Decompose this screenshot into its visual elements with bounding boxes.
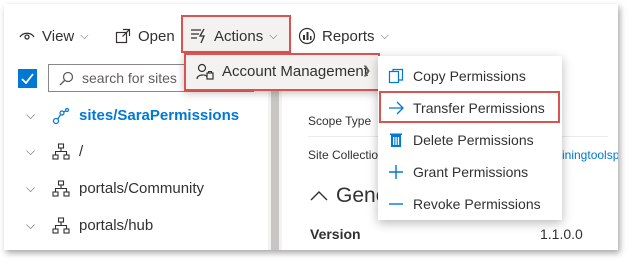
site-collection-label: Site Collectio bbox=[308, 148, 379, 162]
version-label: Version bbox=[310, 226, 361, 242]
delete-permissions-label: Delete Permissions bbox=[413, 132, 534, 148]
select-all-checkbox[interactable] bbox=[18, 69, 37, 88]
search-input[interactable]: search for sites bbox=[82, 70, 177, 86]
scope-type-label: Scope Type bbox=[308, 114, 372, 128]
tree-item-root[interactable]: ⌵ / bbox=[4, 136, 268, 166]
chevron-down-icon: ⌵ bbox=[380, 29, 389, 42]
chevron-up-icon bbox=[310, 191, 328, 201]
view-button[interactable]: View ⌵ bbox=[18, 24, 89, 48]
grant-permissions-label: Grant Permissions bbox=[413, 164, 529, 180]
copy-icon bbox=[388, 68, 404, 84]
view-label: View bbox=[42, 27, 75, 45]
transfer-permissions-highlight bbox=[379, 91, 560, 123]
actions-highlight bbox=[181, 15, 291, 53]
chevron-down-icon[interactable]: ⌵ bbox=[26, 144, 35, 159]
open-label: Open bbox=[138, 27, 175, 45]
reports-button[interactable]: Reports ⌵ bbox=[298, 24, 389, 48]
tree-item-label: portals/Community bbox=[79, 179, 205, 197]
app-window: View ⌵ Open Actions ⌵ Reports ⌵ search f… bbox=[4, 4, 618, 250]
open-button[interactable]: Open bbox=[114, 24, 175, 48]
eye-icon bbox=[18, 27, 36, 45]
tree-item-label: sites/SaraPermissions bbox=[79, 106, 240, 124]
tree-item-portals-community[interactable]: ⌵ portals/Community bbox=[4, 173, 268, 203]
site-hierarchy-icon bbox=[52, 180, 70, 202]
menu-item-revoke-permissions[interactable]: Revoke Permissions bbox=[378, 188, 562, 220]
menu-item-delete-permissions[interactable]: Delete Permissions bbox=[378, 124, 562, 156]
tree-item-sites-sarapermissions[interactable]: ⌵ sites/SaraPermissions bbox=[4, 100, 268, 130]
version-value: 1.1.0.0 bbox=[540, 226, 583, 242]
minus-icon bbox=[388, 196, 404, 212]
search-icon bbox=[59, 71, 74, 86]
chevron-down-icon[interactable]: ⌵ bbox=[26, 218, 35, 233]
chevron-down-icon[interactable]: ⌵ bbox=[26, 181, 35, 196]
checkmark-icon bbox=[21, 73, 34, 84]
tree-item-label: portals/hub bbox=[79, 216, 154, 234]
site-hierarchy-icon bbox=[52, 143, 70, 165]
command-bar: View ⌵ Open Actions ⌵ Reports ⌵ bbox=[4, 4, 618, 60]
site-collection-icon bbox=[52, 107, 70, 129]
general-section-header[interactable]: Gene bbox=[310, 184, 387, 208]
reports-icon bbox=[298, 27, 316, 45]
menu-item-grant-permissions[interactable]: Grant Permissions bbox=[378, 156, 562, 188]
menu-item-copy-permissions[interactable]: Copy Permissions bbox=[378, 60, 562, 92]
site-hierarchy-icon bbox=[52, 217, 70, 239]
chevron-down-icon: ⌵ bbox=[80, 29, 89, 42]
plus-icon bbox=[388, 164, 404, 180]
trash-icon bbox=[388, 132, 404, 148]
copy-permissions-label: Copy Permissions bbox=[413, 68, 526, 84]
tree-item-label: / bbox=[79, 142, 84, 160]
account-management-submenu: Copy Permissions Transfer Permissions De… bbox=[378, 56, 562, 220]
tree-item-portals-hub[interactable]: ⌵ portals/hub bbox=[4, 210, 268, 240]
revoke-permissions-label: Revoke Permissions bbox=[413, 196, 541, 212]
open-external-icon bbox=[114, 27, 132, 45]
account-management-highlight bbox=[184, 53, 380, 91]
reports-label: Reports bbox=[322, 27, 375, 45]
site-collection-link[interactable]: iningtoolspro bbox=[562, 148, 618, 162]
chevron-down-icon[interactable]: ⌵ bbox=[26, 108, 35, 123]
